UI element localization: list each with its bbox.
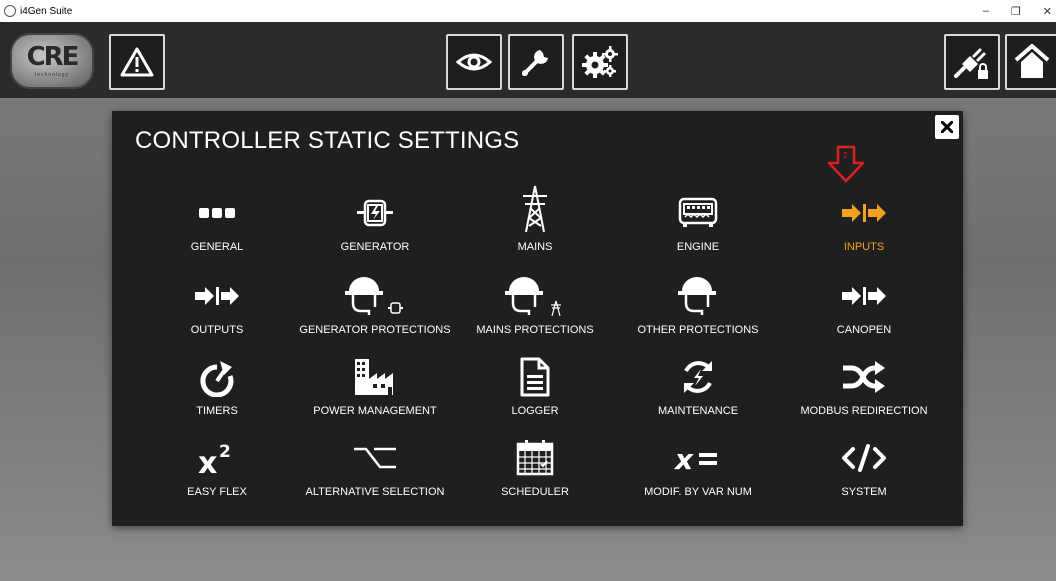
tile-label: MAINTENANCE <box>657 405 739 417</box>
tile-label: GENERATOR <box>340 241 410 253</box>
tile-engine[interactable]: ENGINE <box>623 191 773 261</box>
tile-mains[interactable]: MAINS <box>460 181 610 253</box>
home-button[interactable] <box>1005 34 1056 90</box>
home-icon <box>1014 44 1050 78</box>
tile-label: OUTPUTS <box>190 324 244 336</box>
wrench-icon <box>522 50 548 76</box>
maximize-button[interactable]: ❐ <box>1011 5 1021 18</box>
tile-easy-flex[interactable]: x 2 EASY FLEX <box>142 436 292 506</box>
tile-mains-protections[interactable]: MAINS PROTECTIONS <box>460 274 610 344</box>
tile-label: MODIF. BY VAR NUM <box>644 486 752 498</box>
helmet-icon <box>678 277 716 315</box>
gears-icon <box>582 46 618 78</box>
window-controls: – ❐ ✕ <box>983 0 1056 22</box>
tile-modif-by-var-num[interactable]: x MODIF. BY VAR NUM <box>623 436 773 506</box>
tile-label: ENGINE <box>676 241 720 253</box>
alarm-button[interactable] <box>109 34 165 90</box>
tile-generator-protections[interactable]: GENERATOR PROTECTIONS <box>299 274 451 344</box>
plug-lock-icon <box>954 48 988 79</box>
step-indicator-number: 2 <box>843 151 848 160</box>
calendar-icon <box>516 440 554 476</box>
x-squared-icon: x 2 <box>198 442 231 477</box>
tile-canopen[interactable]: CANOPEN <box>789 274 939 344</box>
tile-other-protections[interactable]: OTHER PROTECTIONS <box>623 274 773 344</box>
app-toolbar: CRE technology <box>0 22 1056 98</box>
tile-logger[interactable]: LOGGER <box>460 355 610 425</box>
close-dialog-button[interactable] <box>935 115 959 139</box>
helmet-pylon-icon <box>505 277 561 317</box>
logo-text: CRE <box>26 42 80 72</box>
io-arrows-icon <box>842 287 886 305</box>
tile-alternative-selection[interactable]: ALTERNATIVE SELECTION <box>300 436 450 506</box>
tile-general[interactable]: GENERAL <box>142 191 292 261</box>
tile-timers[interactable]: TIMERS <box>142 355 292 425</box>
tools-button[interactable] <box>508 34 564 90</box>
minimize-button[interactable]: – <box>983 5 989 17</box>
code-icon <box>842 444 886 472</box>
maintenance-cycle-icon <box>684 361 712 393</box>
view-button[interactable] <box>446 34 502 90</box>
settings-button[interactable] <box>572 34 628 90</box>
window-title: i4Gen Suite <box>20 5 73 17</box>
tile-scheduler[interactable]: SCHEDULER <box>460 436 610 506</box>
tile-system[interactable]: SYSTEM <box>789 436 939 506</box>
tile-label: LOGGER <box>511 405 559 417</box>
engine-icon <box>678 197 718 227</box>
document-icon <box>520 357 550 397</box>
tile-label: MAINS PROTECTIONS <box>476 324 594 336</box>
svg-text:x: x <box>673 443 694 473</box>
eye-icon <box>456 53 492 71</box>
tile-generator[interactable]: GENERATOR <box>300 191 450 261</box>
warning-triangle-icon <box>120 47 154 77</box>
tile-label: SCHEDULER <box>501 486 569 498</box>
stopwatch-icon <box>200 361 234 397</box>
shuffle-icon <box>843 361 885 393</box>
static-settings-dialog: CONTROLLER STATIC SETTINGS 2 GENERAL GEN… <box>112 111 963 526</box>
switch-path-icon <box>354 447 396 469</box>
disconnect-button[interactable] <box>944 34 1000 90</box>
tile-label: INPUTS <box>843 241 885 253</box>
tile-outputs[interactable]: OUTPUTS <box>142 274 292 344</box>
tile-maintenance[interactable]: MAINTENANCE <box>623 355 773 425</box>
tile-label: TIMERS <box>196 405 238 417</box>
close-icon <box>941 121 953 133</box>
cre-logo: CRE technology <box>10 33 94 89</box>
tile-label: OTHER PROTECTIONS <box>637 324 759 336</box>
tile-inputs[interactable]: INPUTS <box>789 191 939 261</box>
io-arrows-icon <box>195 287 239 305</box>
tile-modbus-redirection[interactable]: MODBUS REDIRECTION <box>789 355 939 425</box>
tile-label: GENERATOR PROTECTIONS <box>299 324 451 336</box>
tile-label: EASY FLEX <box>187 486 247 498</box>
tile-label: GENERAL <box>190 241 244 253</box>
io-arrows-icon <box>842 204 886 222</box>
app-icon <box>4 5 16 17</box>
svg-text:2: 2 <box>219 442 231 462</box>
tile-label: CANOPEN <box>836 324 892 336</box>
window-titlebar: i4Gen Suite – ❐ ✕ <box>0 0 1056 22</box>
generator-icon <box>357 199 393 227</box>
helmet-generator-icon <box>345 277 403 315</box>
factory-icon <box>355 359 393 395</box>
tile-label: MAINS <box>517 241 553 253</box>
tile-label: POWER MANAGEMENT <box>313 405 437 417</box>
tile-label: SYSTEM <box>841 486 887 498</box>
tile-label: ALTERNATIVE SELECTION <box>305 486 445 498</box>
close-window-button[interactable]: ✕ <box>1043 5 1052 18</box>
step-indicator-arrow: 2 <box>826 145 866 183</box>
x-equals-icon: x <box>673 443 717 473</box>
logo-subtext: technology <box>34 72 70 78</box>
dialog-title: CONTROLLER STATIC SETTINGS <box>135 127 520 154</box>
tile-label: MODBUS REDIRECTION <box>800 405 928 417</box>
pylon-icon <box>523 185 547 233</box>
dots-icon <box>199 208 235 218</box>
tile-power-management[interactable]: POWER MANAGEMENT <box>300 355 450 425</box>
svg-text:x: x <box>198 446 217 477</box>
